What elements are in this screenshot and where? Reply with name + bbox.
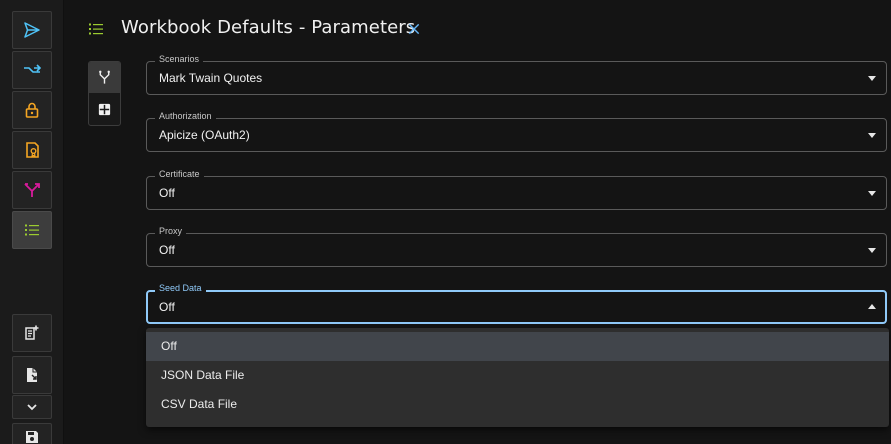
proxy-select[interactable]: Proxy Off xyxy=(146,225,887,267)
left-rail xyxy=(0,0,64,444)
scenarios-button[interactable] xyxy=(12,51,52,89)
authorization-value: Apicize (OAuth2) xyxy=(159,128,250,142)
certificate-label: Certificate xyxy=(155,168,204,180)
list-icon xyxy=(89,23,103,35)
dropdown-arrow-icon xyxy=(868,76,876,81)
dropdown-arrow-icon xyxy=(868,133,876,138)
lock-icon xyxy=(25,102,39,118)
proxies-button[interactable] xyxy=(12,171,52,209)
branch-icon xyxy=(99,70,110,84)
menu-option-off[interactable]: Off xyxy=(146,332,889,361)
certificate-value: Off xyxy=(159,186,175,200)
authorization-select[interactable]: Authorization Apicize (OAuth2) xyxy=(146,110,887,152)
close-button[interactable] xyxy=(405,20,423,38)
scenarios-value: Mark Twain Quotes xyxy=(159,71,263,85)
certificate-icon xyxy=(26,142,39,158)
toggle-grid-view[interactable] xyxy=(89,94,120,125)
dropdown-arrow-icon xyxy=(868,191,876,196)
proxy-label: Proxy xyxy=(155,225,187,237)
seed-data-label: Seed Data xyxy=(155,282,206,294)
page-title: Workbook Defaults - Parameters xyxy=(121,17,416,38)
menu-option-json-data-file[interactable]: JSON Data File xyxy=(146,361,889,390)
new-workbook-button[interactable] xyxy=(12,314,52,352)
split-arrows-icon xyxy=(24,183,40,197)
seed-data-select[interactable]: Seed Data Off xyxy=(146,282,887,324)
parameters-button[interactable] xyxy=(12,211,52,249)
close-icon xyxy=(408,23,420,35)
list-icon xyxy=(25,224,39,236)
certificate-select[interactable]: Certificate Off xyxy=(146,168,887,210)
scenarios-label: Scenarios xyxy=(155,53,204,65)
view-toggle-group xyxy=(88,61,121,126)
menu-option-csv-data-file[interactable]: CSV Data File xyxy=(146,390,889,419)
seed-data-value: Off xyxy=(159,300,175,314)
merge-arrows-icon xyxy=(24,64,41,73)
chevron-down-icon xyxy=(27,404,37,411)
more-options-button[interactable] xyxy=(12,395,52,419)
toggle-scenarios-view[interactable] xyxy=(89,62,120,93)
dropdown-arrow-icon xyxy=(868,248,876,253)
certificates-button[interactable] xyxy=(12,131,52,169)
requests-button[interactable] xyxy=(12,11,52,49)
open-workbook-button[interactable] xyxy=(12,356,52,394)
save-icon xyxy=(26,431,38,443)
proxy-value: Off xyxy=(159,243,175,257)
send-icon xyxy=(24,22,40,38)
authorizations-button[interactable] xyxy=(12,91,52,129)
dropdown-arrow-up-icon xyxy=(868,304,876,309)
grid-icon xyxy=(98,103,111,116)
new-note-icon xyxy=(25,325,39,340)
authorization-label: Authorization xyxy=(155,110,216,122)
import-file-icon xyxy=(27,368,37,382)
save-button[interactable] xyxy=(12,423,52,444)
seed-data-menu: Off JSON Data File CSV Data File xyxy=(146,328,889,427)
scenarios-select[interactable]: Scenarios Mark Twain Quotes xyxy=(146,53,887,95)
